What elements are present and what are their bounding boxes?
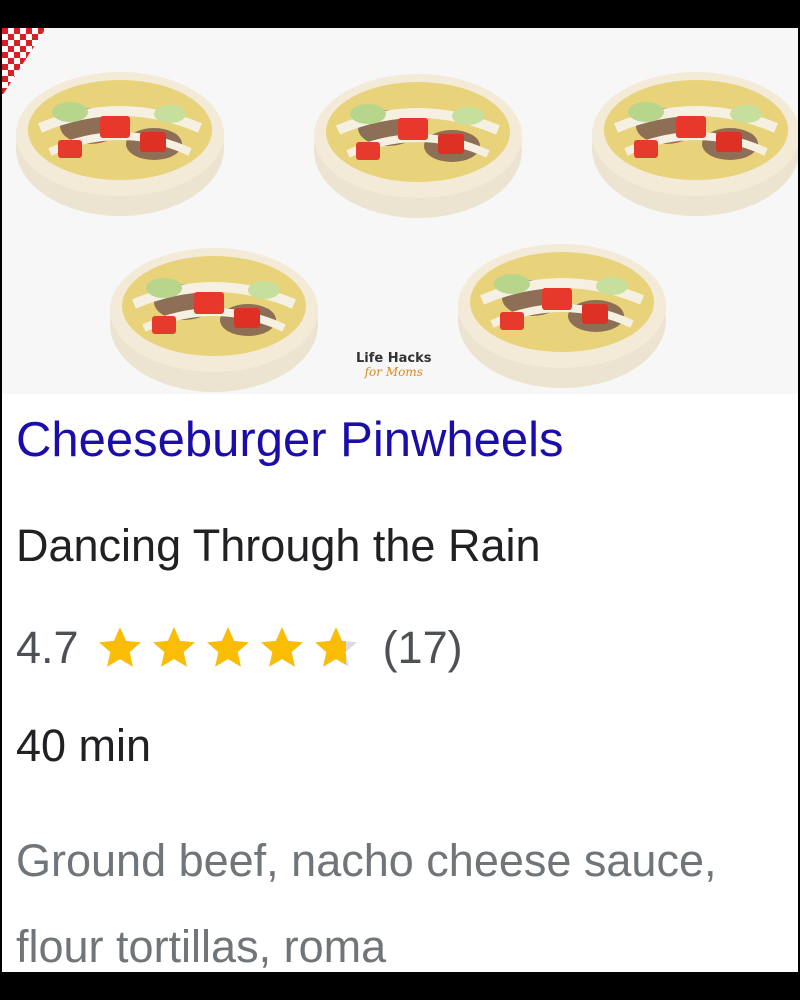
review-count: (17) [382,622,463,673]
star-icon [314,627,357,667]
star-icon [260,627,303,667]
recipe-title-link[interactable]: Cheeseburger Pinwheels [16,412,564,468]
star-icon [206,627,249,667]
star-icon [152,627,195,667]
watermark-line2: for Moms [364,365,423,379]
recipe-source: Dancing Through the Rain [16,520,541,571]
cook-time: 40 min [16,720,152,771]
star-icon [98,627,141,667]
ingredients-snippet: Ground beef, nacho cheese sauce, flour t… [16,835,717,972]
recipe-card[interactable]: Life Hacks for Moms Cheeseburger Pinwhee… [2,28,798,972]
watermark-logo: Life Hacks for Moms [356,351,432,379]
star-rating [95,623,365,673]
rating-row: 4.7 (17) [16,620,463,676]
recipe-image[interactable]: Life Hacks for Moms [2,28,798,394]
pinwheels-photo [2,28,798,394]
rating-value: 4.7 [16,622,79,673]
watermark-line1: Life Hacks [356,351,432,366]
